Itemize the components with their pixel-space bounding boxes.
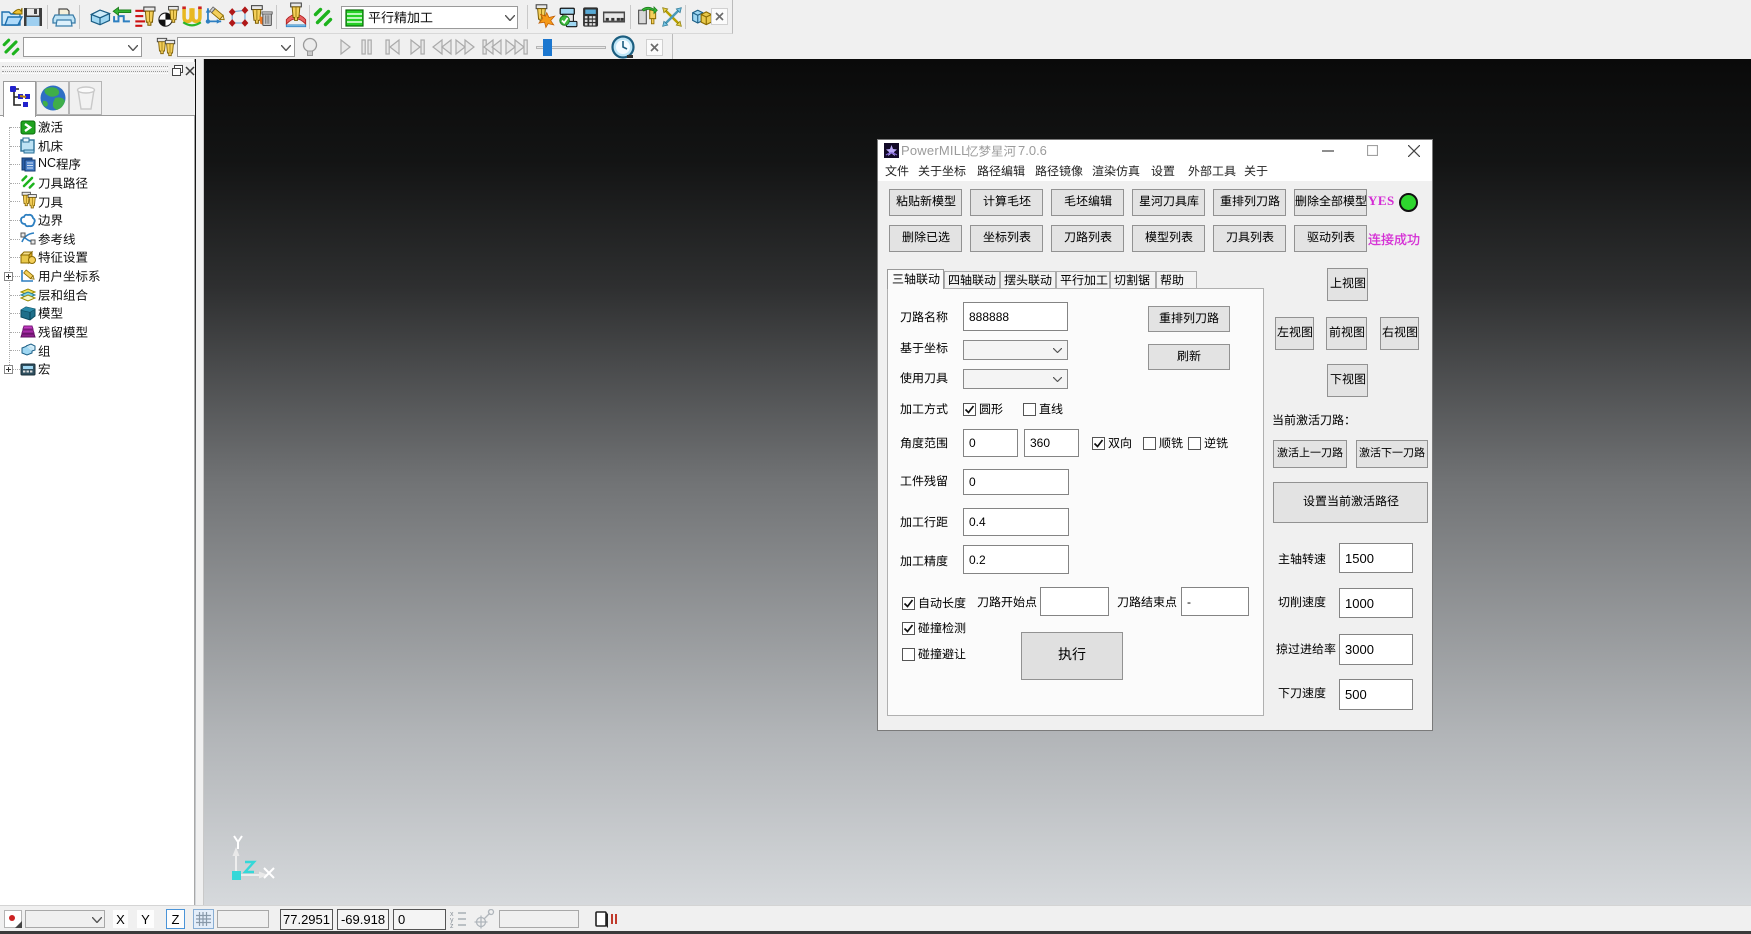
svg-text:z: z [450,923,454,928]
